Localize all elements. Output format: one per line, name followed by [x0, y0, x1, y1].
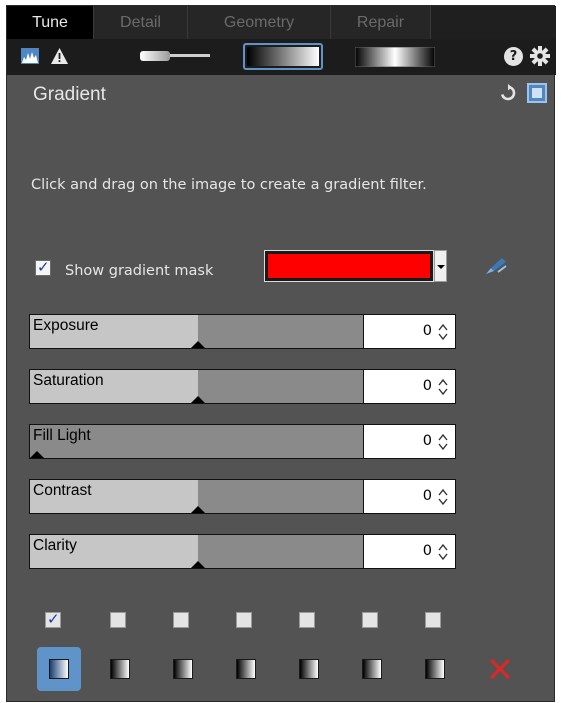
gradient-panel: Tune Detail Geometry Repair ? Gradient C… — [6, 5, 556, 702]
filter-5-checkbox[interactable] — [299, 612, 315, 628]
mask-color-dropdown[interactable] — [434, 250, 447, 282]
saturation-stepper-icon[interactable] — [437, 377, 449, 397]
exposure-stepper-icon[interactable] — [437, 322, 449, 342]
contrast-slider-handle[interactable] — [190, 506, 205, 513]
filter-5-gradient-icon[interactable] — [299, 659, 319, 679]
saturation-slider[interactable]: Saturation — [29, 369, 364, 404]
fill-light-slider[interactable]: Fill Light — [29, 424, 364, 459]
clarity-slider-row: Clarity 0 — [29, 534, 456, 569]
clarity-slider-handle[interactable] — [190, 561, 205, 568]
tab-geometry[interactable]: Geometry — [188, 6, 331, 39]
show-mask-label: Show gradient mask — [65, 263, 214, 279]
clarity-value: 0 — [422, 543, 432, 559]
mask-color-swatch[interactable] — [264, 250, 434, 282]
contrast-slider-row: Contrast 0 — [29, 479, 456, 514]
show-mask-checkbox[interactable] — [35, 258, 51, 276]
toggle-icon[interactable] — [527, 83, 547, 103]
tab-detail[interactable]: Detail — [94, 6, 188, 39]
mask-picker-icon[interactable] — [484, 256, 508, 276]
tab-bar: Tune Detail Geometry Repair — [7, 6, 556, 39]
exposure-slider-handle[interactable] — [190, 341, 205, 348]
fill-light-label: Fill Light — [33, 427, 91, 444]
contrast-value: 0 — [422, 488, 432, 504]
saturation-slider-row: Saturation 0 — [29, 369, 456, 404]
fill-light-value-field[interactable]: 0 — [364, 424, 456, 459]
saturation-value: 0 — [422, 378, 432, 394]
fill-light-stepper-icon[interactable] — [437, 432, 449, 452]
saturation-value-field[interactable]: 0 — [364, 369, 456, 404]
radial-gradient-tool-icon[interactable] — [354, 46, 436, 68]
filter-6-gradient-icon[interactable] — [362, 659, 382, 679]
tab-tune[interactable]: Tune — [7, 6, 94, 39]
clarity-label: Clarity — [33, 537, 77, 554]
toolbar: ? — [7, 39, 556, 75]
clarity-value-field[interactable]: 0 — [364, 534, 456, 569]
filter-2-checkbox[interactable] — [110, 612, 126, 628]
filter-2-gradient-icon[interactable] — [110, 659, 130, 679]
instructions-text: Click and drag on the image to create a … — [31, 177, 427, 193]
contrast-stepper-icon[interactable] — [437, 487, 449, 507]
brush-tool-icon[interactable] — [140, 48, 210, 64]
help-icon[interactable]: ? — [504, 47, 523, 66]
saturation-label: Saturation — [33, 372, 104, 389]
exposure-label: Exposure — [33, 317, 99, 334]
saturation-slider-handle[interactable] — [190, 396, 205, 403]
clarity-stepper-icon[interactable] — [437, 542, 449, 562]
filter-6-checkbox[interactable] — [362, 612, 378, 628]
contrast-label: Contrast — [33, 482, 92, 499]
fill-light-slider-handle[interactable] — [30, 451, 44, 458]
fill-light-slider-row: Fill Light 0 — [29, 424, 456, 459]
settings-icon[interactable] — [530, 46, 550, 66]
delete-icon[interactable] — [489, 658, 511, 680]
histogram-icon[interactable] — [21, 48, 39, 64]
contrast-value-field[interactable]: 0 — [364, 479, 456, 514]
filter-1-checkbox[interactable] — [45, 610, 61, 628]
clarity-slider[interactable]: Clarity — [29, 534, 364, 569]
filter-4-checkbox[interactable] — [236, 612, 252, 628]
filter-3-gradient-icon[interactable] — [173, 659, 193, 679]
filter-7-checkbox[interactable] — [425, 612, 441, 628]
exposure-value: 0 — [422, 323, 432, 339]
gradient-tool-icon[interactable] — [243, 43, 323, 70]
exposure-slider[interactable]: Exposure — [29, 314, 364, 349]
exposure-slider-row: Exposure 0 — [29, 314, 456, 349]
warning-icon[interactable] — [50, 47, 69, 65]
contrast-slider[interactable]: Contrast — [29, 479, 364, 514]
filter-1-gradient-icon[interactable] — [49, 659, 69, 679]
fill-light-value: 0 — [422, 433, 432, 449]
panel-title: Gradient — [33, 84, 106, 105]
filter-3-checkbox[interactable] — [173, 612, 189, 628]
filter-7-gradient-icon[interactable] — [425, 659, 445, 679]
reset-icon[interactable] — [499, 84, 517, 102]
tab-repair[interactable]: Repair — [331, 6, 431, 39]
filter-4-gradient-icon[interactable] — [236, 659, 256, 679]
exposure-value-field[interactable]: 0 — [364, 314, 456, 349]
